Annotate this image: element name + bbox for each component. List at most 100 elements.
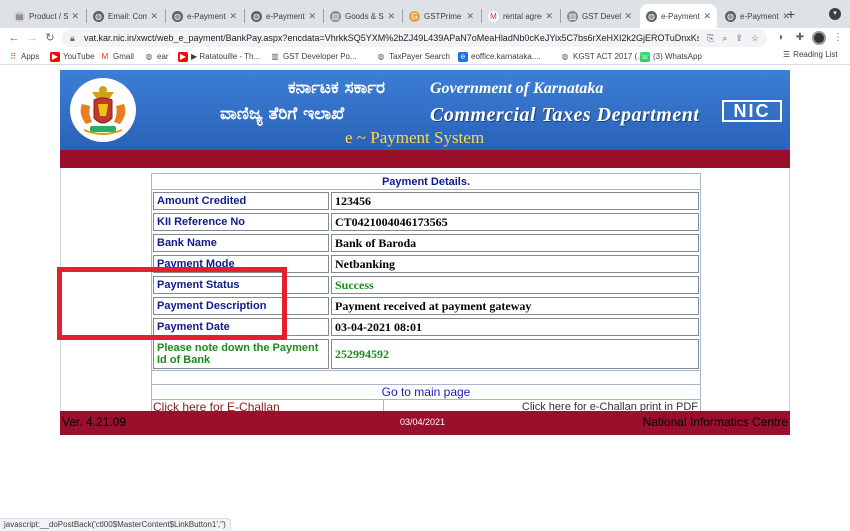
building-icon: ▥ bbox=[271, 52, 279, 61]
payment-details-heading: Payment Details. bbox=[152, 174, 700, 190]
table-row: Please note down the Payment Id of Bank 2… bbox=[152, 337, 700, 370]
dept-title: Commercial Taxes Department bbox=[430, 104, 700, 126]
karnataka-emblem bbox=[70, 78, 136, 142]
bookmark-item[interactable]: ▶ ▶ Ratatouille - Th... bbox=[178, 50, 260, 63]
bookmark-label: YouTube bbox=[63, 52, 95, 61]
tab-search-icon[interactable]: ▾ bbox=[829, 8, 841, 20]
bookmark-item[interactable]: ▶ YouTube bbox=[50, 50, 94, 63]
kannada-govt-title: ಕರ್ನಾಟಕ ಸರ್ಕಾರ bbox=[288, 78, 386, 98]
apps-icon: ⠿ bbox=[10, 52, 16, 61]
reload-icon[interactable]: ↻ bbox=[42, 30, 58, 46]
tab-title: Goods & Se bbox=[345, 11, 385, 21]
browser-tab[interactable]: ◍ e-Payment ✕ bbox=[245, 4, 322, 28]
row-label: Amount Credited bbox=[153, 192, 329, 210]
zoom-icon[interactable]: ⌕ bbox=[722, 33, 727, 44]
kannada-dept-title: ವಾಣಿಜ್ಯ ತೆರಿಗೆ ಇಲಾಖೆ bbox=[220, 104, 345, 124]
browser-tab[interactable]: ▥ Goods & Se ✕ bbox=[324, 4, 401, 28]
row-value: CT0421004046173565 bbox=[331, 213, 699, 231]
globe-icon: ◍ bbox=[646, 10, 657, 22]
globe-icon: ◍ bbox=[172, 10, 183, 22]
browser-tab[interactable]: Mrental agree ✕ bbox=[482, 4, 559, 28]
globe-icon: ◍ bbox=[145, 52, 153, 61]
extension-icon[interactable]: ◑ bbox=[772, 30, 788, 46]
close-icon[interactable]: ✕ bbox=[71, 11, 79, 22]
new-tab-plus-icon[interactable]: + bbox=[783, 6, 799, 22]
reading-list-button[interactable]: ☰ Reading List bbox=[783, 50, 838, 59]
profile-avatar[interactable] bbox=[812, 31, 826, 45]
tab-title: rental agree bbox=[503, 11, 543, 21]
gmail-icon: M bbox=[101, 52, 109, 61]
bookmark-item[interactable]: ▥ GST Developer Po... bbox=[270, 50, 356, 63]
bookmark-star-icon[interactable]: ☆ bbox=[751, 33, 759, 44]
back-icon[interactable]: ← bbox=[6, 30, 22, 46]
bookmark-item[interactable]: ◍ KGST ACT 2017 (... bbox=[560, 50, 644, 63]
table-row: Amount Credited 123456 bbox=[152, 190, 700, 211]
menu-kebab-icon[interactable]: ⋮ bbox=[830, 30, 846, 46]
go-to-main-page-link[interactable]: Go to main page bbox=[152, 385, 700, 399]
url-text: vat.kar.nic.in/xwct/web_e_payment/BankPa… bbox=[84, 33, 700, 43]
row-label: KII Reference No bbox=[153, 213, 329, 231]
tab-title: e-Payment bbox=[740, 11, 779, 21]
address-bar[interactable]: 🔒︎ vat.kar.nic.in/xwct/web_e_payment/Ban… bbox=[62, 29, 767, 47]
close-icon[interactable]: ✕ bbox=[703, 11, 711, 22]
close-icon[interactable]: ✕ bbox=[308, 11, 316, 22]
link-status-bar: javascript:__doPostBack('ctl00$MasterCon… bbox=[0, 518, 231, 531]
header-divider bbox=[60, 150, 790, 168]
browser-tab[interactable]: ◍ e-Payment ✕ bbox=[640, 4, 717, 28]
share-icon[interactable]: ⇪ bbox=[735, 33, 743, 44]
govt-title: Government of Karnataka bbox=[430, 80, 604, 97]
browser-tab[interactable]: ◍ Email: Com ✕ bbox=[87, 4, 164, 28]
forward-icon[interactable]: → bbox=[24, 30, 40, 46]
doc-icon: ▤ bbox=[14, 10, 25, 22]
bookmark-item[interactable]: ◍ TaxPayer Search bbox=[376, 50, 450, 63]
bookmarks-bar: ☰ Reading List ⠿ Apps ▶ YouTube M Gmail ◍ ear ▶ ▶… bbox=[0, 48, 850, 65]
table-row: Bank Name Bank of Baroda bbox=[152, 232, 700, 253]
building-icon: ▥ bbox=[330, 10, 341, 22]
youtube-icon: ▶ bbox=[178, 51, 188, 62]
close-icon[interactable]: ✕ bbox=[229, 11, 237, 22]
globe-icon: ◍ bbox=[725, 10, 736, 22]
browser-tab[interactable]: ▥ GST Develo ✕ bbox=[561, 4, 638, 28]
building-icon: ▥ bbox=[567, 10, 578, 22]
row-value: 123456 bbox=[331, 192, 699, 210]
browser-tab[interactable]: ◍ e-Payment ✕ bbox=[166, 4, 243, 28]
lock-icon: 🔒︎ bbox=[70, 33, 75, 43]
bookmark-item[interactable]: ◍ ear bbox=[144, 50, 169, 63]
eoffice-icon: e bbox=[458, 51, 468, 62]
header-banner: ಕರ್ನಾಟಕ ಸರ್ಕಾರ Government of Karnataka ವ… bbox=[60, 70, 790, 150]
row-label: Bank Name bbox=[153, 234, 329, 252]
bookmark-item[interactable]: M Gmail bbox=[100, 50, 134, 63]
bookmark-label: Gmail bbox=[113, 52, 134, 61]
bookmark-label: (3) WhatsApp bbox=[653, 52, 702, 61]
bookmark-item[interactable]: ⠿ Apps bbox=[8, 50, 39, 63]
tab-strip: ▤ Product / S ✕ ◍ Email: Com ✕ ◍ e-Payment ✕ ◍ e-P… bbox=[0, 0, 850, 28]
close-icon[interactable]: ✕ bbox=[466, 11, 474, 22]
gmail-icon: M bbox=[488, 10, 499, 22]
close-icon[interactable]: ✕ bbox=[624, 11, 632, 22]
close-icon[interactable]: ✕ bbox=[545, 11, 553, 22]
bookmark-label: KGST ACT 2017 (... bbox=[573, 52, 644, 61]
tab-title: GSTPrime I bbox=[424, 11, 464, 21]
system-title: e ~ Payment System bbox=[345, 128, 485, 147]
close-icon[interactable]: ✕ bbox=[150, 11, 158, 22]
tab-title: e-Payment bbox=[187, 11, 226, 21]
bookmark-label: ▶ Ratatouille - Th... bbox=[191, 52, 261, 61]
globe-icon: ◍ bbox=[561, 52, 569, 61]
tab-title: e-Payment bbox=[661, 11, 700, 21]
close-icon[interactable]: ✕ bbox=[387, 11, 395, 22]
table-row: KII Reference No CT0421004046173565 bbox=[152, 211, 700, 232]
browser-tab[interactable]: ▤ Product / S ✕ bbox=[8, 4, 85, 28]
row-value: 252994592 bbox=[331, 339, 699, 369]
nic-logo: NIC bbox=[722, 100, 782, 122]
row-value: Bank of Baroda bbox=[331, 234, 699, 252]
highlight-annotation-box bbox=[57, 267, 287, 340]
main-page-row: Go to main page bbox=[152, 384, 700, 399]
globe-icon: ◍ bbox=[93, 10, 104, 22]
youtube-icon: ▶ bbox=[50, 51, 60, 62]
translate-icon[interactable]: ⎘ bbox=[707, 33, 714, 44]
extensions-puzzle-icon[interactable]: ✚ bbox=[792, 30, 808, 46]
bookmark-item[interactable]: ☏ (3) WhatsApp bbox=[640, 50, 702, 63]
browser-tab[interactable]: G GSTPrime I ✕ bbox=[403, 4, 480, 28]
bookmark-label: Apps bbox=[21, 52, 40, 61]
bookmark-item[interactable]: e eoffice.karnataka.... bbox=[458, 50, 541, 63]
